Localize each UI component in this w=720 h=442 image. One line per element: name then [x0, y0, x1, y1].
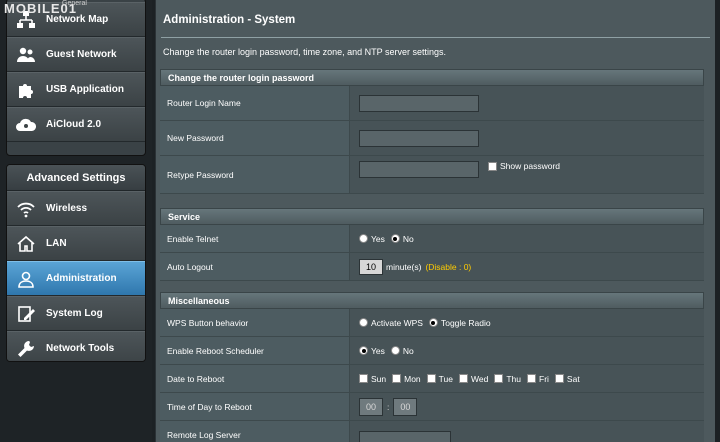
- radio-label: Activate WPS: [371, 317, 423, 328]
- day-mon-checkbox[interactable]: [392, 374, 402, 383]
- guest-network-icon: [15, 44, 37, 66]
- watermark-logo: MOBILE01 General: [4, 0, 87, 16]
- day-label: Mon: [404, 373, 421, 384]
- wps-activate-radio[interactable]: [359, 318, 368, 327]
- log-edit-icon: [15, 303, 37, 325]
- login-name-input[interactable]: [359, 94, 479, 112]
- advanced-settings-menu: Advanced Settings Wireless LAN Administr…: [6, 164, 146, 362]
- field-label: Enable Telnet: [160, 225, 350, 252]
- sidebar-item-aicloud[interactable]: AiCloud 2.0: [7, 107, 145, 142]
- day-tue-checkbox[interactable]: [426, 374, 436, 383]
- radio-label: No: [402, 345, 414, 356]
- field-label: WPS Button behavior: [160, 309, 350, 336]
- sidebar-item-guest-network[interactable]: Guest Network: [7, 37, 145, 72]
- day-thu-checkbox[interactable]: [494, 374, 504, 383]
- day-wed-checkbox[interactable]: [459, 374, 469, 383]
- sidebar-item-label: Wireless: [46, 203, 88, 214]
- remote-log-server-input[interactable]: [359, 431, 451, 442]
- field-label: New Password: [160, 121, 350, 155]
- day-fri-checkbox[interactable]: [527, 374, 536, 383]
- sidebar-item-network-tools[interactable]: Network Tools: [7, 331, 145, 361]
- auto-logout-hint: (Disable : 0): [425, 261, 472, 272]
- radio-label: Yes: [371, 345, 385, 356]
- field-label: Retype Password: [160, 156, 350, 193]
- row-time-to-reboot: Time of Day to Reboot :: [160, 393, 704, 421]
- title-divider: [161, 37, 710, 38]
- radio-label: Yes: [371, 233, 385, 244]
- day-sat-checkbox[interactable]: [554, 374, 564, 383]
- radio-label: Toggle Radio: [440, 317, 491, 328]
- row-reboot-scheduler: Enable Reboot Scheduler Yes No: [160, 337, 704, 365]
- sidebar-item-usb-application[interactable]: USB Application: [7, 72, 145, 107]
- row-wps-behavior: WPS Button behavior Activate WPS Toggle …: [160, 309, 704, 337]
- sidebar-item-system-log[interactable]: System Log: [7, 296, 145, 331]
- auto-logout-unit: minute(s): [386, 261, 422, 272]
- field-label: Enable Reboot Scheduler: [160, 337, 350, 364]
- login-password-section: Change the router login password Router …: [160, 69, 704, 194]
- section-header: Service: [160, 208, 704, 225]
- reboot-yes-radio[interactable]: [359, 346, 368, 355]
- user-icon: [15, 268, 37, 290]
- auto-logout-input[interactable]: [359, 258, 383, 275]
- sidebar-item-wireless[interactable]: Wireless: [7, 191, 145, 226]
- miscellaneous-section: Miscellaneous WPS Button behavior Activa…: [160, 292, 704, 442]
- day-label: Sun: [371, 373, 387, 384]
- field-label: Router Login Name: [160, 86, 350, 120]
- field-label: Time of Day to Reboot: [160, 393, 350, 420]
- sidebar-item-lan[interactable]: LAN: [7, 226, 145, 261]
- day-label: Tue: [438, 373, 454, 384]
- reboot-no-radio[interactable]: [390, 346, 400, 355]
- wrench-icon: [15, 338, 37, 360]
- row-login-name: Router Login Name: [160, 86, 704, 121]
- row-date-to-reboot: Date to Reboot Sun Mon Tue Wed Thu Fri S…: [160, 365, 704, 393]
- telnet-yes-radio[interactable]: [359, 234, 368, 243]
- day-label: Sat: [566, 373, 580, 384]
- general-menu: Network Map Guest Network USB Applicatio…: [6, 0, 146, 156]
- field-label: Auto Logout: [160, 253, 350, 280]
- page-description: Change the router login password, time z…: [163, 47, 446, 57]
- day-label: Wed: [471, 373, 489, 384]
- row-auto-logout: Auto Logout minute(s) (Disable : 0): [160, 253, 704, 281]
- time-separator: :: [387, 401, 390, 412]
- sidebar-item-label: Guest Network: [46, 49, 117, 60]
- field-label: Date to Reboot: [160, 365, 350, 392]
- row-remote-log-server: Remote Log Server: [160, 421, 704, 442]
- row-new-password: New Password: [160, 121, 704, 156]
- page-title: Administration - System: [163, 14, 296, 26]
- usb-puzzle-icon: [15, 79, 37, 101]
- sidebar-item-label: LAN: [46, 238, 67, 249]
- day-label: Fri: [539, 373, 549, 384]
- retype-password-input[interactable]: [359, 161, 479, 178]
- watermark-overlay: General: [62, 0, 87, 7]
- field-label: Remote Log Server: [160, 421, 350, 442]
- sidebar: Network Map Guest Network USB Applicatio…: [0, 0, 152, 442]
- show-password-checkbox[interactable]: [488, 161, 497, 171]
- main-panel: Administration - System Change the route…: [155, 0, 715, 442]
- telnet-no-radio[interactable]: [390, 234, 400, 243]
- day-label: Thu: [506, 373, 521, 384]
- cloud-icon: [15, 114, 37, 136]
- day-sun-checkbox[interactable]: [359, 374, 368, 383]
- new-password-input[interactable]: [359, 129, 479, 147]
- service-section: Service Enable Telnet Yes No Auto Logout…: [160, 208, 704, 281]
- sidebar-item-label: AiCloud 2.0: [46, 119, 102, 130]
- reboot-hour-input[interactable]: [359, 397, 383, 416]
- sidebar-item-label: Network Tools: [46, 343, 115, 354]
- row-enable-telnet: Enable Telnet Yes No: [160, 225, 704, 253]
- sidebar-item-label: USB Application: [46, 84, 124, 95]
- reboot-minute-input[interactable]: [393, 397, 418, 416]
- radio-label: No: [402, 233, 414, 244]
- section-header: Change the router login password: [160, 69, 704, 86]
- wps-toggle-radio[interactable]: [428, 318, 438, 327]
- house-icon: [15, 233, 37, 255]
- advanced-settings-title: Advanced Settings: [7, 165, 145, 191]
- wifi-icon: [15, 198, 37, 220]
- sidebar-item-administration[interactable]: Administration: [7, 261, 145, 296]
- section-header: Miscellaneous: [160, 292, 704, 309]
- sidebar-item-label: Administration: [46, 273, 117, 284]
- show-password-label: Show password: [500, 161, 561, 171]
- sidebar-item-label: System Log: [46, 308, 103, 319]
- row-retype-password: Retype Password Show password: [160, 156, 704, 194]
